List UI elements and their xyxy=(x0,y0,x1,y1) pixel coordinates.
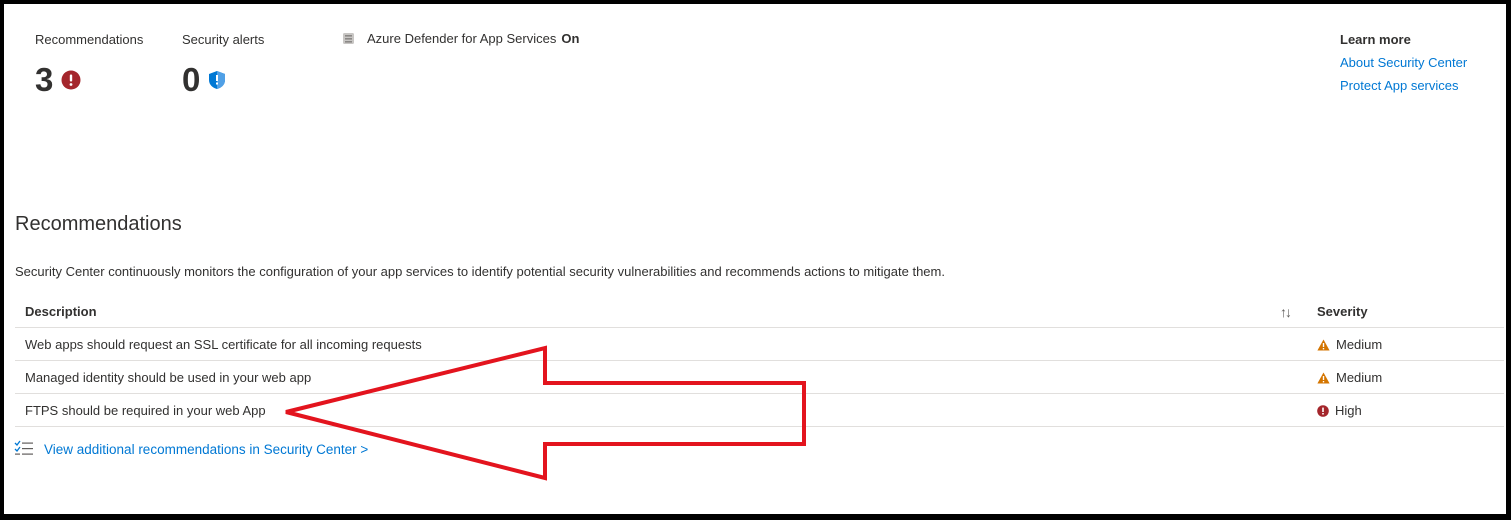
learn-more-heading: Learn more xyxy=(1340,32,1411,47)
column-header-severity[interactable]: Severity xyxy=(1317,304,1368,319)
defender-status: Azure Defender for App Services On xyxy=(342,31,579,46)
security-alerts-metric[interactable]: Security alerts 0 xyxy=(182,32,265,98)
shield-icon xyxy=(208,70,226,90)
error-circle-icon xyxy=(61,70,81,90)
sort-icon[interactable]: ↑↓ xyxy=(1280,304,1292,320)
severity-label: Medium xyxy=(1336,337,1383,352)
database-icon xyxy=(342,32,355,45)
learn-more-panel: Learn more About Security Center Protect… xyxy=(1340,32,1467,101)
severity-label: High xyxy=(1335,403,1362,418)
row-severity: Medium xyxy=(1317,370,1382,385)
row-description: FTPS should be required in your web App xyxy=(25,403,266,418)
about-security-center-link[interactable]: About Security Center xyxy=(1340,55,1467,70)
recommendations-section-description: Security Center continuously monitors th… xyxy=(15,264,945,279)
row-description: Web apps should request an SSL certifica… xyxy=(25,337,422,352)
recommendations-table: Description ↑↓ Severity Web apps should … xyxy=(15,295,1504,427)
defender-status-value: On xyxy=(561,31,580,46)
table-row[interactable]: FTPS should be required in your web App … xyxy=(15,394,1504,427)
row-severity: Medium xyxy=(1317,337,1382,352)
row-severity: High xyxy=(1317,403,1362,418)
window-frame: Recommendations 3 Security alerts 0 Azur… xyxy=(0,0,1511,520)
error-circle-icon xyxy=(1317,404,1329,417)
table-row[interactable]: Managed identity should be used in your … xyxy=(15,361,1504,394)
security-alerts-metric-value-group: 0 xyxy=(182,61,264,98)
recommendations-metric[interactable]: Recommendations 3 xyxy=(35,32,144,98)
table-header-row: Description ↑↓ Severity xyxy=(15,295,1504,328)
column-header-description[interactable]: Description xyxy=(25,304,97,319)
recommendations-section-title: Recommendations xyxy=(15,213,182,235)
security-alerts-count: 0 xyxy=(182,61,201,98)
table-row[interactable]: Web apps should request an SSL certifica… xyxy=(15,328,1504,361)
view-more-row: View additional recommendations in Secur… xyxy=(14,440,368,459)
warning-icon xyxy=(1317,339,1330,351)
recommendations-count: 3 xyxy=(35,61,54,98)
checklist-icon xyxy=(14,440,34,459)
severity-label: Medium xyxy=(1336,370,1383,385)
row-description: Managed identity should be used in your … xyxy=(25,370,312,385)
recommendations-metric-value-group: 3 xyxy=(35,61,143,98)
protect-app-services-link[interactable]: Protect App services xyxy=(1340,78,1467,93)
defender-label: Azure Defender for App Services xyxy=(367,31,557,46)
recommendations-metric-label: Recommendations xyxy=(35,32,144,47)
view-additional-recommendations-link[interactable]: View additional recommendations in Secur… xyxy=(44,442,368,457)
security-alerts-metric-label: Security alerts xyxy=(182,32,265,47)
warning-icon xyxy=(1317,372,1330,384)
